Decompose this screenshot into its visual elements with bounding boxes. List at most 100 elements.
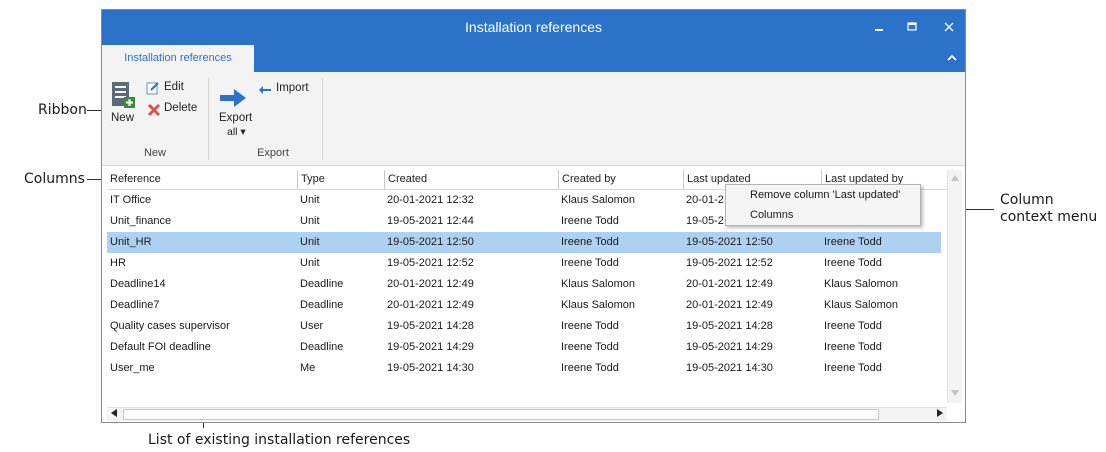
table-row-selected[interactable]: Unit_HR Unit 19-05-2021 12:50 Ireene Tod… — [107, 232, 941, 253]
menu-item-columns[interactable]: Columns — [750, 205, 793, 225]
menu-item-remove-column[interactable]: Remove column 'Last updated' — [750, 185, 900, 205]
cell-created-by: Klaus Salomon — [561, 278, 635, 290]
cell-last-updated-by: Ireene Todd — [824, 236, 882, 248]
arrow-up-icon — [951, 175, 959, 181]
cell-reference: Default FOI deadline — [110, 341, 211, 353]
import-label: Import — [276, 82, 309, 94]
cell-type: Unit — [300, 257, 320, 269]
cell-type: Unit — [300, 215, 320, 227]
scroll-up-button[interactable] — [948, 172, 962, 186]
cell-created-by: Ireene Todd — [561, 362, 619, 374]
cell-reference: HR — [110, 257, 126, 269]
maximize-icon — [907, 22, 917, 31]
export-all-label: all ▾ — [227, 126, 246, 138]
horizontal-scrollbar[interactable] — [107, 407, 947, 421]
cell-reference: Quality cases supervisor — [110, 320, 230, 332]
arrow-left-small-icon — [111, 409, 117, 417]
column-header-type[interactable]: Type — [297, 170, 384, 189]
cell-created: 20-01-2021 12:49 — [387, 278, 474, 290]
table-row[interactable]: Deadline7 Deadline 20-01-2021 12:49 Klau… — [107, 295, 941, 316]
export-label: Export — [219, 112, 253, 124]
cell-created-by: Klaus Salomon — [561, 194, 635, 206]
maximize-button[interactable] — [897, 10, 927, 45]
new-group-label: New — [143, 147, 166, 159]
cell-created: 19-05-2021 14:29 — [387, 341, 474, 353]
callout-context-menu-line1: Column — [1000, 192, 1054, 208]
cell-last-updated: 20-01-2021 12:49 — [686, 278, 773, 290]
arrow-left-icon — [259, 86, 271, 94]
minimize-icon — [875, 29, 883, 31]
ribbon-group-separator — [322, 78, 323, 160]
cell-type: Deadline — [300, 278, 344, 290]
cell-reference: Unit_HR — [110, 236, 152, 248]
cell-last-updated: 19-05-2021 14:29 — [686, 341, 773, 353]
cell-created: 19-05-2021 12:52 — [387, 257, 474, 269]
delete-button[interactable]: Delete — [146, 101, 206, 119]
delete-label: Delete — [164, 102, 198, 114]
edit-icon — [146, 82, 159, 95]
tab-installation-references[interactable]: Installation references — [102, 45, 254, 72]
cell-last-updated: 19-05-2021 12:50 — [686, 236, 773, 248]
callout-list: List of existing installation references — [148, 432, 411, 448]
vertical-scrollbar[interactable] — [947, 170, 962, 403]
horizontal-scroll-thumb[interactable] — [123, 409, 879, 420]
cell-created: 19-05-2021 12:44 — [387, 215, 474, 227]
cell-created-by: Klaus Salomon — [561, 299, 635, 311]
cell-created-by: Ireene Todd — [561, 215, 619, 227]
edit-button[interactable]: Edit — [146, 80, 198, 98]
column-header-reference[interactable]: Reference — [107, 170, 297, 189]
window-title: Installation references — [465, 19, 602, 35]
cell-created: 20-01-2021 12:32 — [387, 194, 474, 206]
new-document-icon — [112, 82, 135, 108]
cell-type: Deadline — [300, 341, 344, 353]
cell-reference: Deadline14 — [110, 278, 166, 290]
column-header-created-by[interactable]: Created by — [558, 170, 683, 189]
scroll-down-button[interactable] — [948, 387, 962, 401]
callout-ribbon: Ribbon — [38, 102, 87, 118]
cell-last-updated: 19-05-2021 14:30 — [686, 362, 773, 374]
cell-created-by: Ireene Todd — [561, 236, 619, 248]
export-all-button[interactable]: Export all ▾ — [215, 86, 255, 144]
collapse-ribbon-button[interactable] — [943, 47, 961, 69]
arrow-right-icon — [220, 89, 246, 107]
cell-created: 19-05-2021 14:28 — [387, 320, 474, 332]
export-group-label: Export — [257, 147, 289, 159]
cell-reference: IT Office — [110, 194, 152, 206]
title-bar: Installation references — [102, 10, 965, 45]
callout-columns: Columns — [24, 171, 85, 187]
table-row[interactable]: Quality cases supervisor User 19-05-2021… — [107, 316, 941, 337]
cell-type: Unit — [300, 194, 320, 206]
cell-created-by: Ireene Todd — [561, 341, 619, 353]
column-context-menu: Remove column 'Last updated' Columns — [725, 184, 921, 226]
arrow-down-icon — [951, 390, 959, 396]
new-button[interactable]: New — [109, 80, 139, 130]
cell-created-by: Ireene Todd — [561, 257, 619, 269]
delete-icon — [147, 103, 161, 117]
table-row[interactable]: HR Unit 19-05-2021 12:52 Ireene Todd 19-… — [107, 253, 941, 274]
close-button[interactable] — [934, 10, 964, 45]
ribbon-tab-strip: Installation references — [102, 45, 965, 72]
cell-last-updated-by: Ireene Todd — [824, 362, 882, 374]
cell-created: 19-05-2021 14:30 — [387, 362, 474, 374]
cell-last-updated-by: Ireene Todd — [824, 257, 882, 269]
import-button[interactable]: Import — [258, 82, 318, 100]
cell-last-updated: 19-05-2021 14:28 — [686, 320, 773, 332]
table-row[interactable]: Default FOI deadline Deadline 19-05-2021… — [107, 337, 941, 358]
scroll-left-button[interactable] — [107, 408, 121, 422]
cell-reference: User_me — [110, 362, 155, 374]
cell-reference: Deadline7 — [110, 299, 160, 311]
cell-last-updated-by: Klaus Salomon — [824, 278, 898, 290]
scroll-right-button[interactable] — [933, 408, 947, 422]
cell-last-updated-by: Ireene Todd — [824, 320, 882, 332]
cell-created: 20-01-2021 12:49 — [387, 299, 474, 311]
cell-type: Deadline — [300, 299, 344, 311]
cell-created: 19-05-2021 12:50 — [387, 236, 474, 248]
table-row[interactable]: User_me Me 19-05-2021 14:30 Ireene Todd … — [107, 358, 941, 379]
cell-created-by: Ireene Todd — [561, 320, 619, 332]
table-row[interactable]: Deadline14 Deadline 20-01-2021 12:49 Kla… — [107, 274, 941, 295]
arrow-right-small-icon — [937, 409, 943, 417]
minimize-button[interactable] — [864, 10, 894, 45]
cell-last-updated: 19-05-2021 12:52 — [686, 257, 773, 269]
column-header-created[interactable]: Created — [384, 170, 558, 189]
cell-last-updated-by: Klaus Salomon — [824, 299, 898, 311]
